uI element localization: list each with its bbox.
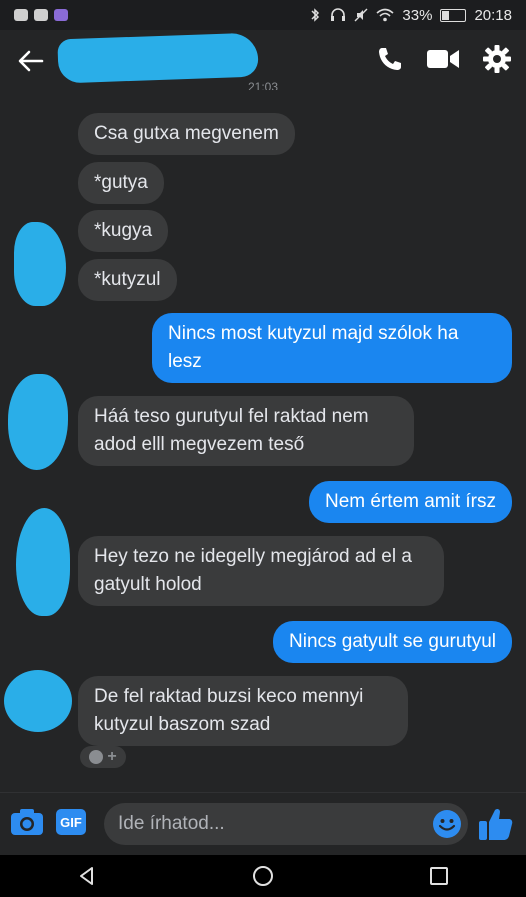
back-arrow-icon xyxy=(18,50,44,72)
message-outgoing[interactable]: Nincs most kutyzul majd szólok ha lesz xyxy=(152,313,512,383)
plus-icon: + xyxy=(107,748,117,765)
phone-icon[interactable] xyxy=(376,45,404,73)
contact-name-scribble[interactable] xyxy=(57,32,259,84)
mute-icon xyxy=(354,8,368,22)
back-button[interactable] xyxy=(14,44,48,78)
nav-back-icon[interactable] xyxy=(76,865,98,887)
notification-icon xyxy=(54,9,68,21)
avatar[interactable] xyxy=(4,670,72,732)
status-bar: 33% 20:18 xyxy=(0,0,526,30)
nav-recents-icon[interactable] xyxy=(428,865,450,887)
wifi-icon xyxy=(376,8,394,22)
message-incoming[interactable]: *kutyzul xyxy=(78,259,177,301)
message-incoming[interactable]: Hey tezo ne idegelly megjárod ad el a ga… xyxy=(78,536,444,606)
system-indicators: 33% 20:18 xyxy=(308,7,512,24)
camera-icon[interactable] xyxy=(10,807,44,837)
battery-percent: 33% xyxy=(402,6,433,24)
notification-icons xyxy=(14,9,68,21)
message-incoming[interactable]: *kugya xyxy=(78,210,169,252)
message-input[interactable]: Ide írhatod... xyxy=(104,803,468,845)
avatar[interactable] xyxy=(8,374,68,470)
header-actions xyxy=(376,44,512,74)
message-incoming[interactable]: Csa gutxa megvenem xyxy=(78,113,295,155)
system-navigation-bar xyxy=(0,855,526,897)
bluetooth-icon xyxy=(311,8,320,22)
emoji-icon[interactable] xyxy=(432,809,462,839)
gif-button[interactable]: GIF xyxy=(56,809,86,835)
gear-icon[interactable] xyxy=(482,44,512,74)
message-outgoing[interactable]: Nincs gatyult se gurutyul xyxy=(273,621,512,663)
add-reaction-button[interactable]: + xyxy=(80,746,126,768)
message-timestamp: 21:03 xyxy=(247,80,279,90)
message-incoming[interactable]: Háá teso gurutyul fel raktad nem adod el… xyxy=(78,396,414,466)
clock: 20:18 xyxy=(474,6,512,24)
message-outgoing[interactable]: Nem értem amit írsz xyxy=(308,481,512,523)
emoji-icon xyxy=(89,750,104,764)
avatar[interactable] xyxy=(14,222,66,306)
notification-icon xyxy=(14,9,28,21)
battery-icon xyxy=(440,8,467,22)
headphones-icon xyxy=(331,8,346,21)
message-composer: GIF Ide írhatod... xyxy=(0,792,526,855)
message-incoming[interactable]: De fel raktad buzsi keco mennyi kutyzul … xyxy=(78,676,408,746)
notification-icon xyxy=(34,9,48,21)
nav-home-icon[interactable] xyxy=(251,864,275,888)
thumbs-up-icon[interactable] xyxy=(478,807,514,841)
video-camera-icon[interactable] xyxy=(426,46,460,72)
avatar[interactable] xyxy=(16,508,70,616)
message-incoming[interactable]: *gutya xyxy=(78,162,164,204)
